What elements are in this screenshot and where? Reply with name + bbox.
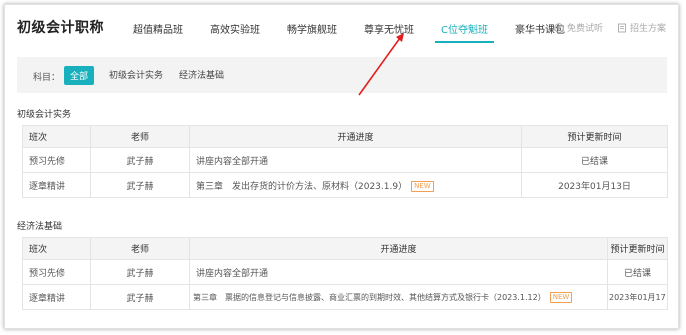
cell-teacher: 武子赫 — [90, 172, 190, 198]
col-header-update-time: 预计更新时间 — [607, 237, 668, 260]
enrollment-plan-label: 招生方案 — [629, 24, 666, 34]
schedule-table-economic-law: 班次 老师 开通进度 预计更新时间 预习先修 武子赫 讲座内容全部开通 已结课 … — [22, 237, 668, 310]
schedule-table-accounting: 班次 老师 开通进度 预计更新时间 预习先修 武子赫 讲座内容全部开通 已结课 … — [22, 125, 668, 198]
tab-chaozhi[interactable]: 超值精品班 — [133, 21, 183, 36]
course-tabs: 超值精品班 高效实验班 畅学旗舰班 尊享无忧班 C位夺魁班 豪华书课包 — [133, 21, 592, 43]
progress-text: 第三章 票据的信息登记与信息披露、商业汇票的到期时效、其他结算方式及银行卡（20… — [193, 292, 546, 302]
new-badge: NEW — [411, 180, 434, 192]
col-header-update-time: 预计更新时间 — [521, 125, 668, 148]
cell-class: 逐章精讲 — [22, 172, 91, 198]
progress-text: 第三章 发出存货的计价方法、原材料（2023.1.9） — [196, 181, 408, 192]
cell-class: 预习先修 — [22, 259, 91, 285]
progress-text: 讲座内容全部开通 — [196, 268, 269, 279]
cell-progress: 第三章 票据的信息登记与信息披露、商业汇票的到期时效、其他结算方式及银行卡（20… — [189, 284, 608, 310]
col-header-class: 班次 — [22, 237, 91, 260]
table-row: 预习先修 武子赫 讲座内容全部开通 已结课 — [22, 259, 668, 285]
document-icon — [618, 23, 626, 32]
filter-option-all[interactable]: 全部 — [64, 66, 95, 85]
table-row: 逐章精讲 武子赫 第三章 发出存货的计价方法、原材料（2023.1.9） NEW … — [22, 172, 668, 198]
tab-zunxiang[interactable]: 尊享无忧班 — [364, 21, 414, 36]
cell-progress: 第三章 发出存货的计价方法、原材料（2023.1.9） NEW — [189, 172, 522, 198]
cell-update-time: 已结课 — [607, 259, 668, 285]
enrollment-plan-link[interactable]: 招生方案 — [617, 21, 666, 34]
tab-c-position[interactable]: C位夺魁班 — [435, 21, 494, 43]
col-header-teacher: 老师 — [90, 237, 190, 260]
filter-label: 科目： — [33, 73, 61, 83]
cell-class: 逐章精讲 — [22, 284, 91, 310]
cell-teacher: 武子赫 — [90, 284, 190, 310]
cell-teacher: 武子赫 — [90, 259, 190, 285]
tab-gaoxiao[interactable]: 高效实验班 — [210, 21, 260, 36]
cell-teacher: 武子赫 — [90, 147, 190, 173]
new-badge: NEW — [549, 291, 573, 303]
section-title-accounting: 初级会计实务 — [17, 110, 72, 120]
header: 初级会计职称 超值精品班 高效实验班 畅学旗舰班 尊享无忧班 C位夺魁班 豪华书… — [5, 5, 678, 45]
table-row: 逐章精讲 武子赫 第三章 票据的信息登记与信息披露、商业汇票的到期时效、其他结算… — [22, 284, 668, 310]
header-tools: 免费试听 招生方案 — [554, 21, 666, 34]
tab-changxue[interactable]: 畅学旗舰班 — [287, 21, 337, 36]
page-title: 初级会计职称 — [17, 20, 104, 36]
section-title-economic-law: 经济法基础 — [17, 222, 63, 232]
progress-text: 讲座内容全部开通 — [196, 156, 269, 167]
filter-option-economic-law[interactable]: 经济法基础 — [179, 68, 224, 81]
free-trial-link[interactable]: 免费试听 — [554, 21, 603, 34]
cell-class: 预习先修 — [22, 147, 91, 173]
subject-filter: 科目： 全部 初级会计实务 经济法基础 — [17, 57, 667, 93]
cell-progress: 讲座内容全部开通 — [189, 259, 608, 285]
filter-option-accounting[interactable]: 初级会计实务 — [109, 68, 163, 81]
col-header-progress: 开通进度 — [189, 237, 608, 260]
play-circle-icon — [554, 22, 564, 33]
cell-progress: 讲座内容全部开通 — [189, 147, 522, 173]
col-header-progress: 开通进度 — [189, 125, 522, 148]
col-header-teacher: 老师 — [90, 125, 190, 148]
table-row: 预习先修 武子赫 讲座内容全部开通 已结课 — [22, 147, 668, 173]
page-frame: 初级会计职称 超值精品班 高效实验班 畅学旗舰班 尊享无忧班 C位夺魁班 豪华书… — [4, 4, 679, 329]
table-header-row: 班次 老师 开通进度 预计更新时间 — [22, 125, 668, 148]
cell-update-time: 2023年01月17日 — [607, 284, 668, 310]
cell-update-time: 2023年01月13日 — [521, 172, 668, 198]
free-trial-label: 免费试听 — [566, 24, 603, 34]
col-header-class: 班次 — [22, 125, 91, 148]
table-header-row: 班次 老师 开通进度 预计更新时间 — [22, 237, 668, 260]
cell-update-time: 已结课 — [521, 147, 668, 173]
